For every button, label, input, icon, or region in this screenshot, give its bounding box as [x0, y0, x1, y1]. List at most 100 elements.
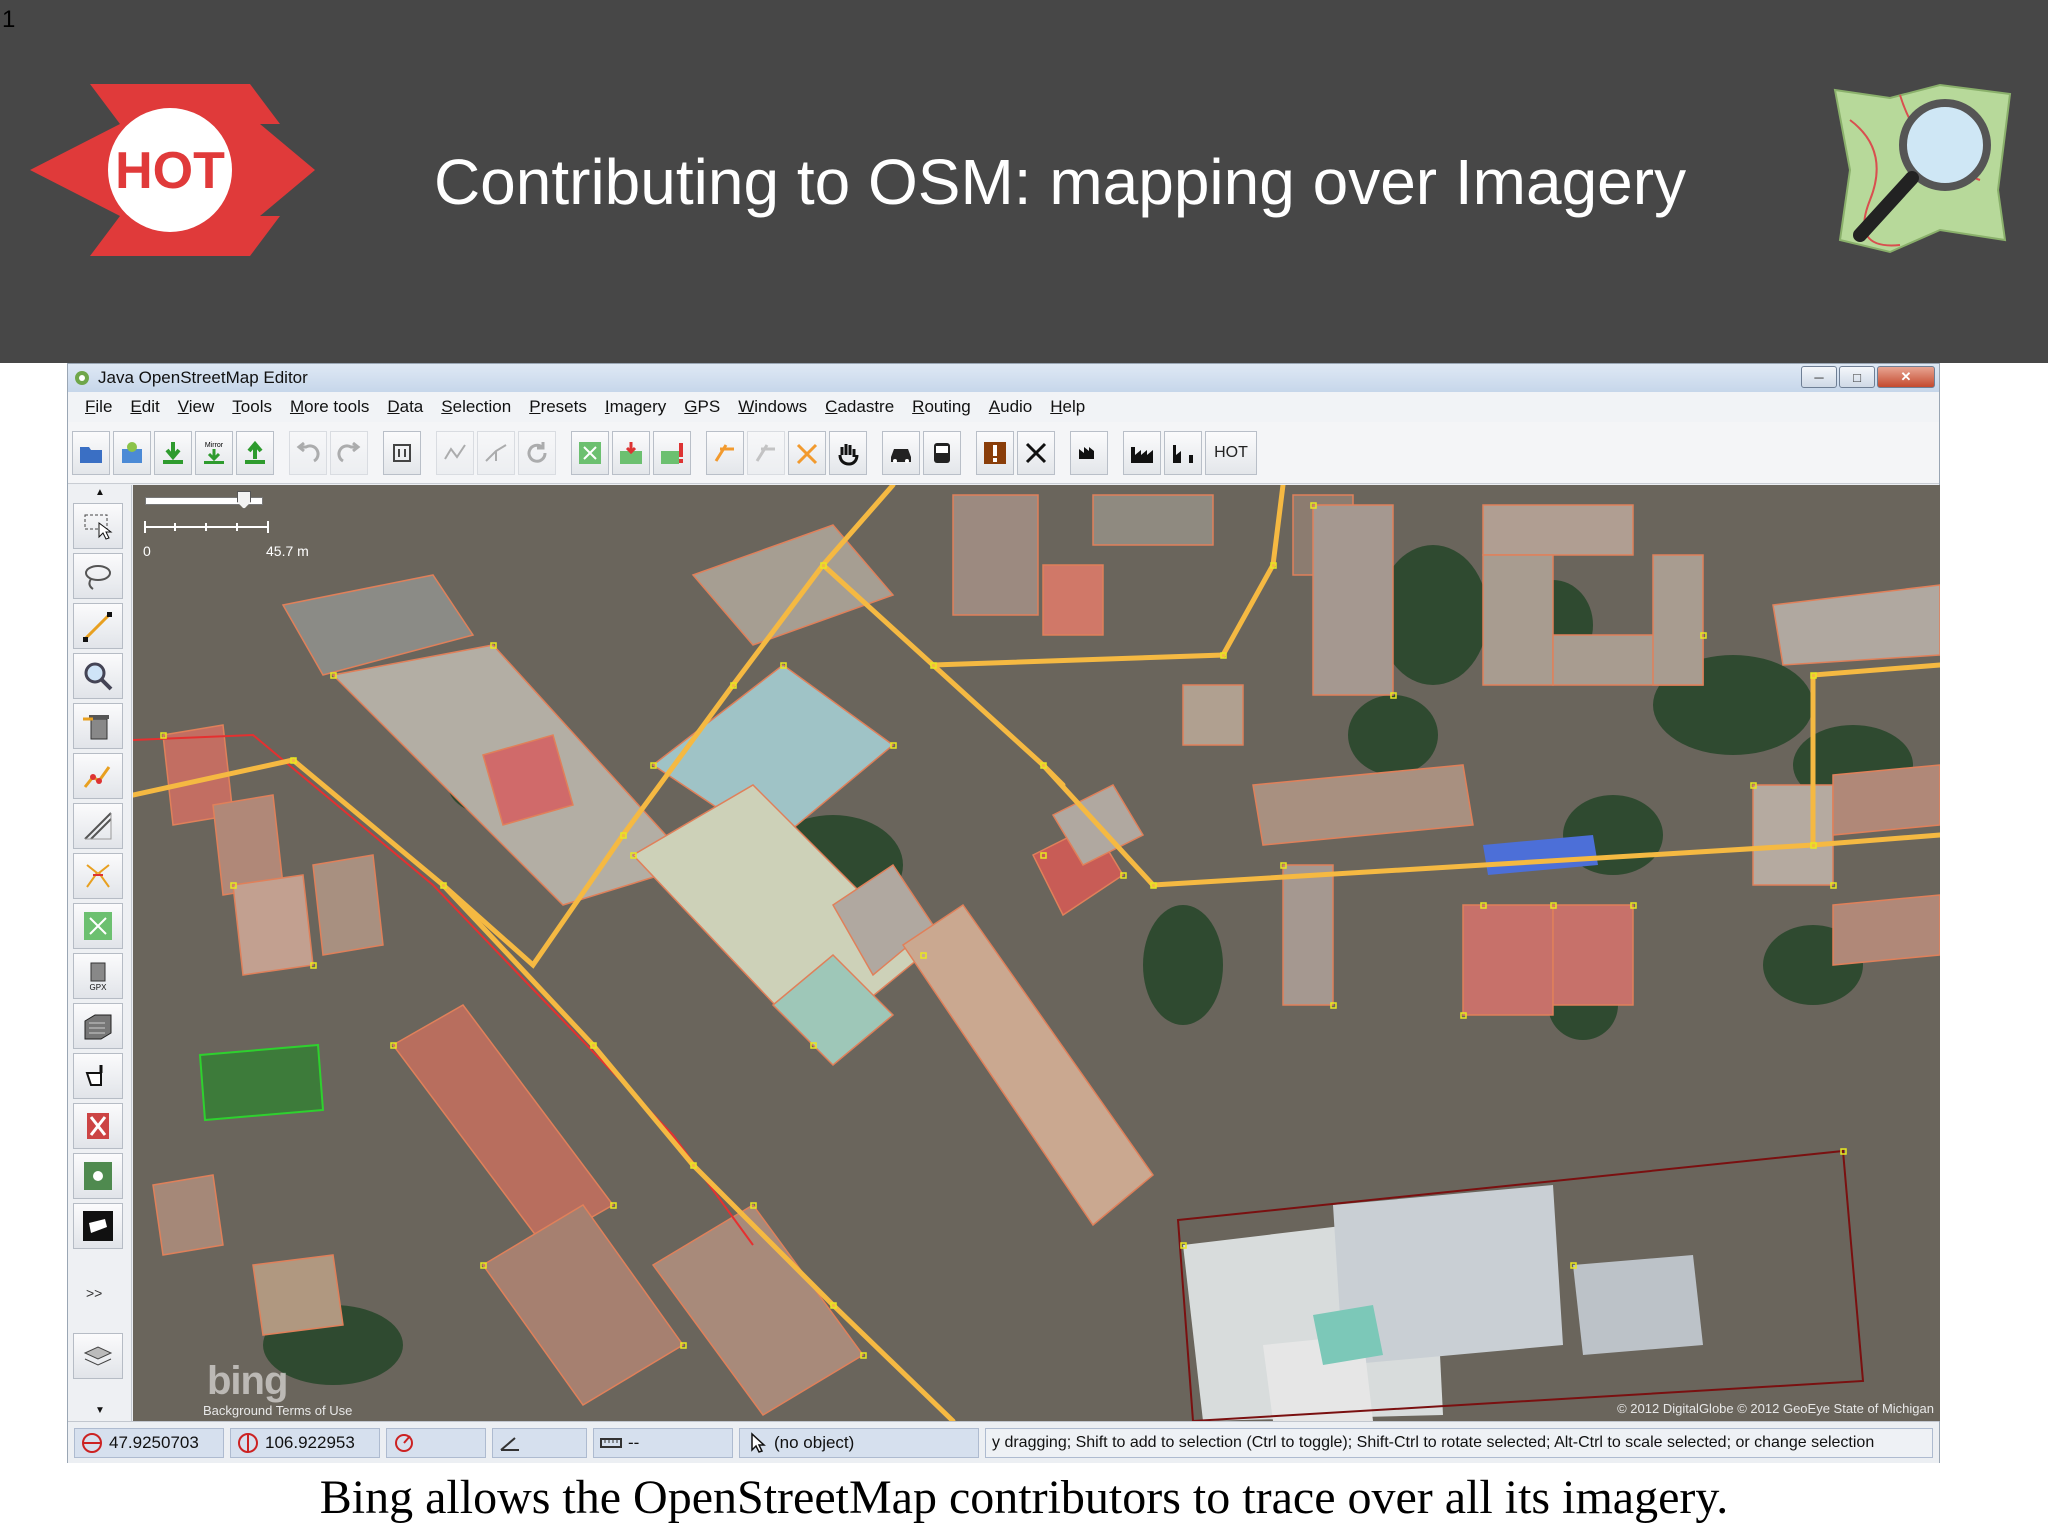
menu-cadastre[interactable]: Cadastre [816, 397, 903, 417]
menu-help[interactable]: Help [1041, 397, 1094, 417]
heading-field [386, 1427, 486, 1458]
menubar: File Edit View Tools More tools Data Sel… [68, 392, 1939, 422]
download-icon[interactable] [154, 430, 192, 475]
tool-sidebar: ▲ GPX >> ▼ [68, 485, 132, 1421]
josm-window: Java OpenStreetMap Editor ─ □ ✕ File Edi… [67, 363, 1940, 1463]
imagery-layer [133, 485, 1940, 1421]
longitude-value: 106.922953 [265, 1432, 355, 1452]
josm-app-icon [75, 371, 89, 385]
ruler-icon [600, 1437, 622, 1448]
black-shape-icon[interactable] [73, 1203, 123, 1249]
menu-edit[interactable]: Edit [121, 397, 168, 417]
hot-tool-label: HOT [1214, 443, 1248, 461]
menu-audio[interactable]: Audio [980, 397, 1041, 417]
sidebar-more-button[interactable]: >> [86, 1285, 102, 1301]
longitude-field: 106.922953 [230, 1427, 380, 1458]
upload-icon[interactable] [236, 430, 274, 475]
latitude-field: 47.9250703 [74, 1427, 224, 1458]
gpx-icon[interactable]: GPX [73, 953, 123, 999]
menu-gps[interactable]: GPS [675, 397, 729, 417]
angle-icon [500, 1436, 519, 1451]
select-tool-icon[interactable] [73, 503, 123, 549]
angle-field [492, 1427, 587, 1458]
menu-file[interactable]: File [76, 397, 121, 417]
menu-view[interactable]: View [169, 397, 224, 417]
extrude-icon[interactable] [73, 853, 123, 899]
conflict-icon[interactable] [73, 1103, 123, 1149]
simplify-way-icon[interactable] [436, 430, 474, 475]
menu-data[interactable]: Data [378, 397, 432, 417]
open-file-icon[interactable] [72, 430, 110, 475]
mirror-download-icon[interactable]: Mirror [195, 430, 233, 475]
hand-icon[interactable] [829, 430, 867, 475]
maximize-icon[interactable]: □ [1839, 366, 1875, 388]
slide: 1 HOT Contributing to OSM: mapping over … [0, 0, 2048, 1536]
validation-icon[interactable] [653, 430, 691, 475]
preferences-icon[interactable] [383, 430, 421, 475]
download-along-icon[interactable] [612, 430, 650, 475]
bing-logo: bing [207, 1359, 288, 1403]
routing-c-icon[interactable] [788, 430, 826, 475]
scale-end-label: 45.7 m [266, 543, 309, 559]
window-titlebar: Java OpenStreetMap Editor ─ □ ✕ [68, 364, 1939, 392]
redo-icon[interactable] [330, 430, 368, 475]
lasso-tool-icon[interactable] [73, 553, 123, 599]
close-icon[interactable]: ✕ [1877, 366, 1935, 388]
cross-tool-icon[interactable] [1017, 430, 1055, 475]
help-text: y dragging; Shift to add to selection (C… [992, 1433, 1875, 1451]
pointer-icon [751, 1431, 766, 1453]
minimize-icon[interactable]: ─ [1801, 366, 1837, 388]
latitude-value: 47.9250703 [109, 1432, 199, 1452]
window-title: Java OpenStreetMap Editor [98, 368, 308, 387]
menu-routing[interactable]: Routing [903, 397, 980, 417]
draw-tool-icon[interactable] [73, 603, 123, 649]
slide-caption: Bing allows the OpenStreetMap contributo… [319, 1471, 1729, 1524]
split-way-icon[interactable] [477, 430, 515, 475]
routing-a-icon[interactable] [706, 430, 744, 475]
statusbar: 47.9250703 106.922953 -- (no object) y d… [68, 1421, 1939, 1463]
sidebar-scroll-up-icon[interactable]: ▲ [68, 485, 132, 499]
car-icon[interactable] [882, 430, 920, 475]
slide-title: Contributing to OSM: mapping over Imager… [433, 146, 1687, 218]
hot-tool-button[interactable]: HOT [1205, 430, 1257, 475]
menu-imagery[interactable]: Imagery [596, 397, 675, 417]
zoom-to-layer-icon[interactable] [571, 430, 609, 475]
longitude-icon [238, 1432, 258, 1453]
bus-icon[interactable] [923, 430, 961, 475]
menu-more-tools[interactable]: More tools [281, 397, 378, 417]
distance-value: -- [628, 1432, 640, 1452]
scale-start-label: 0 [143, 543, 151, 559]
object-field: (no object) [739, 1427, 979, 1458]
routing-b-icon[interactable] [747, 430, 785, 475]
building-tool-icon[interactable] [73, 1003, 123, 1049]
background-terms-link[interactable]: Background Terms of Use [203, 1403, 352, 1418]
delete-tool-icon[interactable] [73, 703, 123, 749]
improve-way-icon[interactable] [73, 753, 123, 799]
menu-windows[interactable]: Windows [729, 397, 816, 417]
menu-selection[interactable]: Selection [432, 397, 520, 417]
elevation-icon[interactable] [1164, 430, 1202, 475]
undo-icon[interactable] [289, 430, 327, 475]
sidebar-scroll-down-icon[interactable]: ▼ [68, 1403, 132, 1417]
node-tool-icon[interactable] [73, 1153, 123, 1199]
heading-icon [395, 1433, 413, 1452]
building-icon[interactable] [1070, 430, 1108, 475]
menu-presets[interactable]: Presets [520, 397, 596, 417]
object-value: (no object) [774, 1432, 855, 1452]
parallel-way-icon[interactable] [73, 803, 123, 849]
help-text-field: y dragging; Shift to add to selection (C… [985, 1427, 1933, 1458]
hot-logo: HOT [30, 84, 315, 256]
open-location-icon[interactable] [113, 430, 151, 475]
warning-icon[interactable] [976, 430, 1014, 475]
latitude-icon [82, 1432, 102, 1453]
layers-icon[interactable] [73, 1333, 123, 1379]
industrial-icon[interactable] [1123, 430, 1161, 475]
zoom-tool-icon[interactable] [73, 653, 123, 699]
svg-text:GPX: GPX [90, 983, 108, 992]
hand-pointer-icon[interactable] [73, 1053, 123, 1099]
menu-tools[interactable]: Tools [223, 397, 281, 417]
refresh-icon[interactable] [518, 430, 556, 475]
slide-number: 1 [2, 6, 16, 33]
map-view[interactable]: 0 45.7 m bing Background Terms of Use © … [133, 485, 1940, 1421]
zoom-extent-icon[interactable] [73, 903, 123, 949]
